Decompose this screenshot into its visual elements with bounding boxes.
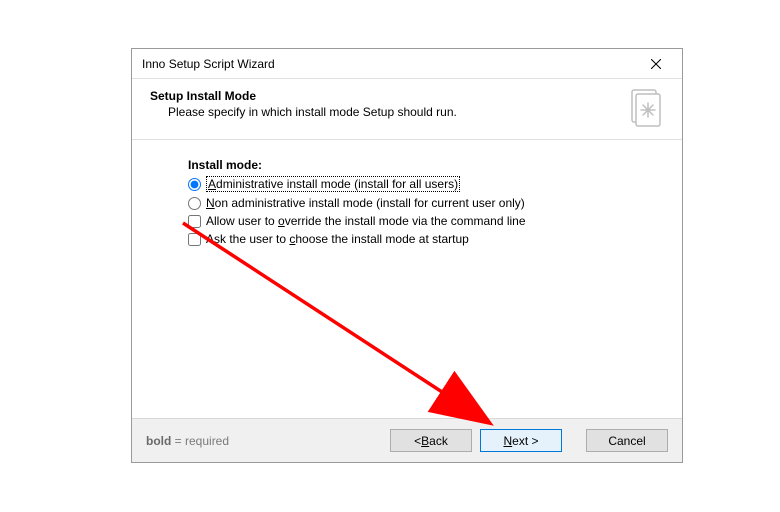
radio-admin-mode[interactable]: Administrative install mode (install for… [188, 176, 646, 192]
wizard-dialog: Inno Setup Script Wizard Setup Install M… [131, 48, 683, 463]
content-area: Install mode: Administrative install mod… [132, 140, 682, 418]
radio-nonadmin-input[interactable] [188, 197, 201, 210]
titlebar: Inno Setup Script Wizard [132, 49, 682, 79]
radio-nonadmin-mode[interactable]: Non administrative install mode (install… [188, 196, 646, 210]
radio-admin-input[interactable] [188, 178, 201, 191]
footer: bold = required < Back Next > Cancel [132, 418, 682, 462]
radio-admin-label: Administrative install mode (install for… [206, 176, 460, 192]
check-override-input[interactable] [188, 215, 201, 228]
check-ask-startup[interactable]: Ask the user to choose the install mode … [188, 232, 646, 246]
close-button[interactable] [638, 52, 674, 76]
back-button[interactable]: < Back [390, 429, 472, 452]
section-label: Install mode: [188, 158, 646, 172]
radio-nonadmin-label: Non administrative install mode (install… [206, 196, 525, 210]
page-title: Setup Install Mode [150, 89, 620, 103]
window-title: Inno Setup Script Wizard [142, 57, 638, 71]
check-ask-startup-label: Ask the user to choose the install mode … [206, 232, 469, 246]
close-icon [651, 59, 661, 69]
cancel-button[interactable]: Cancel [586, 429, 668, 452]
page-subtitle: Please specify in which install mode Set… [168, 105, 620, 119]
check-override[interactable]: Allow user to override the install mode … [188, 214, 646, 228]
footer-hint: bold = required [146, 434, 229, 448]
next-button[interactable]: Next > [480, 429, 562, 452]
wizard-page-icon [628, 89, 664, 131]
check-override-label: Allow user to override the install mode … [206, 214, 526, 228]
header-area: Setup Install Mode Please specify in whi… [132, 79, 682, 139]
check-ask-startup-input[interactable] [188, 233, 201, 246]
